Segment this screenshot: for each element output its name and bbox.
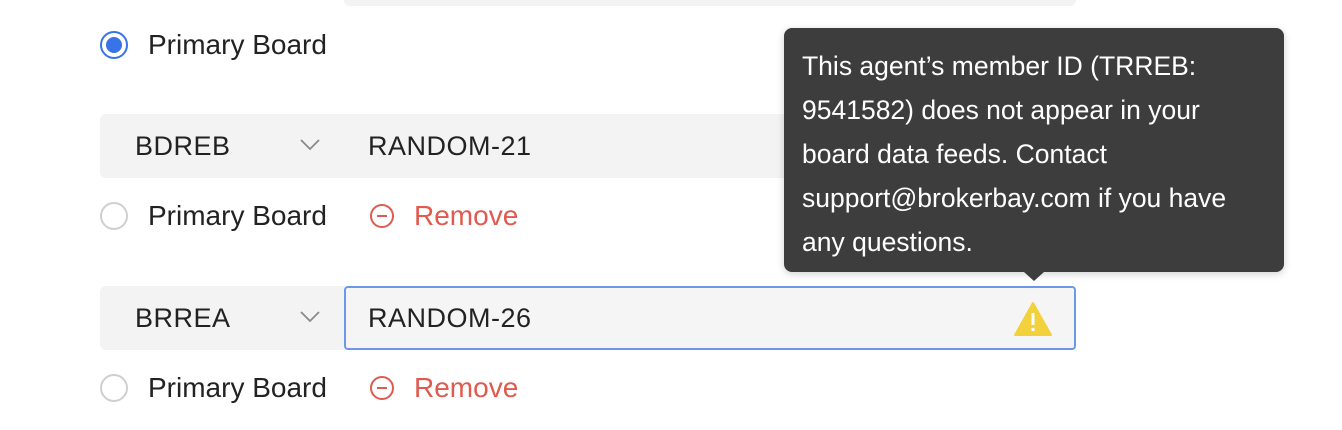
tooltip-arrow <box>1024 272 1044 281</box>
remove-label: Remove <box>414 200 519 231</box>
tooltip-text: This agent’s member ID (TRREB: 9541582) … <box>802 51 1227 257</box>
previous-input-edge <box>344 0 1076 6</box>
primary-board-label: Primary Board <box>148 29 327 60</box>
primary-board-option-1[interactable]: Primary Board <box>100 28 327 62</box>
warning-tooltip: This agent’s member ID (TRREB: 9541582) … <box>784 28 1284 272</box>
board-select-brrea[interactable]: BRREA <box>100 286 344 350</box>
minus-circle-icon <box>370 376 394 400</box>
primary-board-radio[interactable] <box>100 374 128 402</box>
primary-board-option-2[interactable]: Primary Board <box>100 199 327 233</box>
member-id-value: RANDOM-21 <box>368 130 532 161</box>
primary-board-radio-checked[interactable] <box>100 31 128 59</box>
primary-board-option-3[interactable]: Primary Board <box>100 371 327 405</box>
minus-circle-icon <box>370 204 394 228</box>
board-select-bdreb[interactable]: BDREB <box>100 114 344 178</box>
chevron-down-icon <box>300 311 320 323</box>
chevron-down-icon <box>300 139 320 151</box>
remove-board-button[interactable]: Remove <box>370 199 518 233</box>
member-id-value: RANDOM-26 <box>368 302 532 333</box>
remove-label: Remove <box>414 372 519 403</box>
warning-triangle-icon[interactable] <box>1014 302 1052 336</box>
board-select-value: BRREA <box>135 302 231 333</box>
member-id-input-brrea[interactable]: RANDOM-26 <box>344 286 1076 350</box>
board-memberships-form: Primary Board BDREB RANDOM-21 Primary Bo… <box>0 0 1342 430</box>
remove-board-button[interactable]: Remove <box>370 371 518 405</box>
radio-dot <box>106 37 122 53</box>
primary-board-label: Primary Board <box>148 372 327 403</box>
primary-board-label: Primary Board <box>148 200 327 231</box>
primary-board-radio[interactable] <box>100 202 128 230</box>
board-select-value: BDREB <box>135 130 231 161</box>
